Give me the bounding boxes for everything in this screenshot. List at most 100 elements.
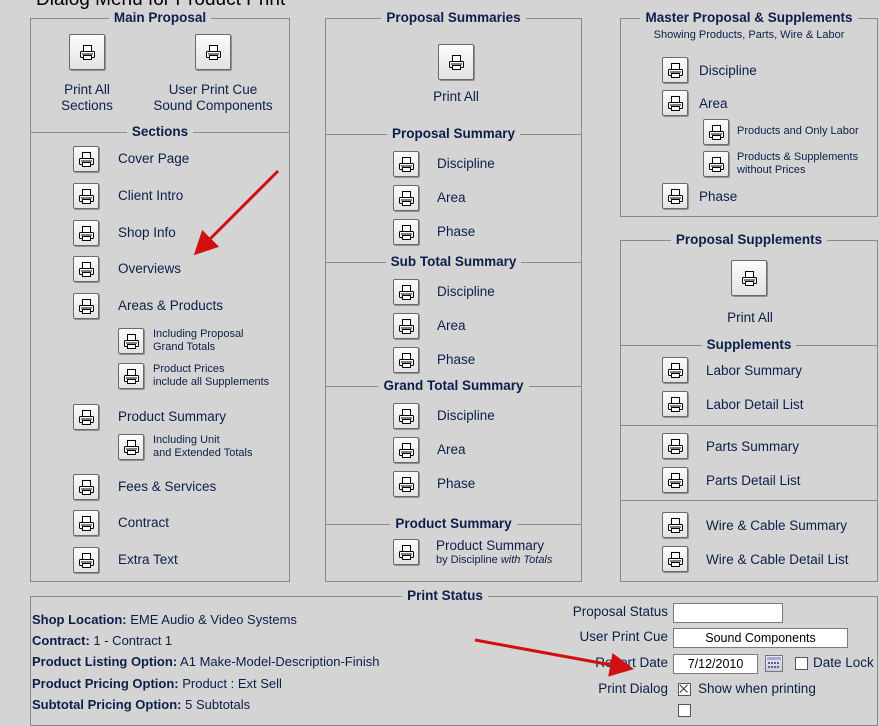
proposal-supplements-title: Proposal Supplements [620, 232, 878, 248]
supplement-labor-summary-button[interactable] [662, 357, 688, 383]
user-print-cue-field[interactable]: Sound Components [673, 628, 848, 648]
printer-icon [79, 553, 94, 568]
printer-icon [399, 409, 414, 424]
grand-total-summary-discipline-button[interactable] [393, 403, 419, 429]
printer-icon [449, 55, 464, 70]
sub-total-summary-phase-label: Phase [437, 352, 476, 367]
printer-icon [668, 363, 683, 378]
sub-total-summary-area-button[interactable] [393, 313, 419, 339]
master-sub-products-and-only-labor-button[interactable] [703, 119, 729, 145]
supplement-wire-and-cable-summary-label: Wire & Cable Summary [706, 518, 848, 533]
top-caption-clip: Dialog Menu for Product Print [0, 0, 880, 10]
section-cover-page-button[interactable] [73, 146, 99, 172]
printer-icon [742, 271, 757, 286]
summaries-print-all-button[interactable] [438, 44, 474, 80]
section-sub-product-prices-label: Product Prices include all Supplements [153, 363, 270, 388]
status-subtotal-pricing: Subtotal Pricing Option: 5 Subtotals [32, 697, 251, 712]
grand-total-summary-separator: Grand Total Summary [325, 378, 582, 393]
date-lock-checkbox[interactable] [795, 657, 808, 670]
supplement-parts-summary-button[interactable] [662, 433, 688, 459]
printer-icon [668, 397, 683, 412]
report-date-field[interactable]: 7/12/2010 [673, 654, 758, 674]
section-extra-text-label: Extra Text [118, 552, 178, 567]
supplements-print-all-button[interactable] [731, 260, 767, 296]
main-proposal-title: Main Proposal [30, 10, 290, 26]
section-overviews-button[interactable] [73, 256, 99, 282]
user-print-cue-button[interactable] [195, 34, 231, 70]
grand-total-summary-phase-button[interactable] [393, 471, 419, 497]
proposal-summary-area-button[interactable] [393, 185, 419, 211]
proposal-status-field[interactable] [673, 603, 783, 623]
grand-total-summary-area-label: Area [437, 442, 466, 457]
printer-icon [79, 152, 94, 167]
section-sub-product-prices-button[interactable] [118, 363, 144, 389]
master-sub-products-and-supplements-button[interactable] [703, 151, 729, 177]
status-contract: Contract: 1 - Contract 1 [32, 633, 173, 648]
master-sub-products-and-supplements-label: Products & Supplements without Prices [737, 151, 859, 176]
proposal-summary-discipline-label: Discipline [437, 156, 495, 171]
supplement-wire-and-cable-summary-button[interactable] [662, 512, 688, 538]
supplements-divider-1 [620, 425, 878, 426]
section-shop-info-label: Shop Info [118, 225, 176, 240]
printer-icon [79, 480, 94, 495]
calendar-grid [767, 657, 781, 668]
supplement-parts-summary-label: Parts Summary [706, 439, 800, 454]
printer-icon [399, 443, 414, 458]
master-area-button[interactable] [662, 90, 688, 116]
master-area-label: Area [699, 96, 728, 111]
section-contract-button[interactable] [73, 510, 99, 536]
section-contract-label: Contract [118, 515, 170, 530]
section-overviews-label: Overviews [118, 261, 182, 276]
master-discipline-label: Discipline [699, 63, 757, 78]
proposal-summary-separator: Proposal Summary [325, 126, 582, 141]
date-lock-label: Date Lock [813, 655, 874, 670]
supplement-parts-detail-list-button[interactable] [662, 467, 688, 493]
section-shop-info-button[interactable] [73, 220, 99, 246]
section-client-intro-button[interactable] [73, 183, 99, 209]
printer-icon [79, 299, 94, 314]
printer-icon [668, 63, 683, 78]
printer-icon [399, 545, 414, 560]
product-summary-by-discipline-button[interactable] [393, 539, 419, 565]
section-areas-and-products-button[interactable] [73, 293, 99, 319]
section-extra-text-button[interactable] [73, 547, 99, 573]
report-date-label: Report Date [595, 655, 668, 670]
second-checkbox-partial[interactable] [678, 704, 691, 717]
printer-icon [80, 45, 95, 60]
print-dialog-option-label: Show when printing [698, 681, 816, 696]
status-product-pricing: Product Pricing Option: Product : Ext Se… [32, 676, 282, 691]
section-sub-including-unit-button[interactable] [118, 434, 144, 460]
section-cover-page-label: Cover Page [118, 151, 190, 166]
printer-icon [124, 334, 139, 349]
supplements-print-all-label: Print All [727, 310, 773, 325]
printer-icon [668, 473, 683, 488]
calendar-icon[interactable] [765, 655, 783, 672]
product-summary-title: Product Summary [390, 516, 517, 531]
print-all-sections-button[interactable] [69, 34, 105, 70]
print-dialog-checkbox[interactable] [678, 683, 691, 696]
section-product-summary-button[interactable] [73, 404, 99, 430]
supplements-divider-2 [620, 500, 878, 501]
printer-icon [399, 319, 414, 334]
section-sub-including-proposal-button[interactable] [118, 328, 144, 354]
section-fees-and-services-button[interactable] [73, 474, 99, 500]
sub-total-summary-discipline-button[interactable] [393, 279, 419, 305]
sub-total-summary-phase-button[interactable] [393, 347, 419, 373]
master-discipline-button[interactable] [662, 57, 688, 83]
printer-icon [399, 477, 414, 492]
sub-total-summary-area-label: Area [437, 318, 466, 333]
proposal-summary-phase-button[interactable] [393, 219, 419, 245]
grand-total-summary-phase-label: Phase [437, 476, 476, 491]
proposal-summary-phase-label: Phase [437, 224, 476, 239]
supplement-labor-detail-list-button[interactable] [662, 391, 688, 417]
grand-total-summary-area-button[interactable] [393, 437, 419, 463]
proposal-summary-discipline-button[interactable] [393, 151, 419, 177]
sections-separator: Sections [30, 124, 290, 139]
supplement-wire-and-cable-detail-list-button[interactable] [662, 546, 688, 572]
product-summary-by-discipline-label: Product Summary by Discipline with Totals [436, 538, 553, 566]
print-status-title: Print Status [30, 588, 860, 604]
printer-icon [124, 440, 139, 455]
section-product-summary-label: Product Summary [118, 409, 227, 424]
printer-icon [399, 157, 414, 172]
master-phase-button[interactable] [662, 183, 688, 209]
